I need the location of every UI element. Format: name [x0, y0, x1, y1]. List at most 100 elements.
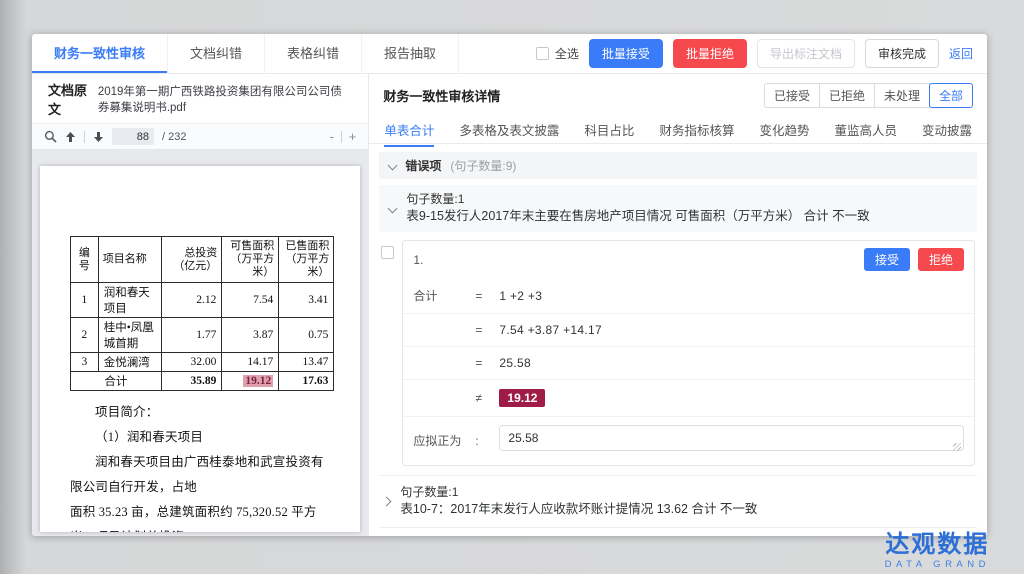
chevron-right-icon	[382, 496, 392, 506]
calc-row-mismatch: ≠ 19.12	[403, 379, 974, 416]
col-header-sellable-line2: （万平方米）	[226, 253, 274, 279]
error-item-checkbox[interactable]	[381, 246, 394, 259]
audit-complete-button[interactable]: 审核完成	[865, 39, 939, 68]
correction-colon: :	[475, 434, 499, 448]
audit-tab-bar: 单表合计 多表格及表文披露 科目占比 财务指标核算 变化趋势 董监高人员 变动披…	[369, 115, 987, 144]
document-panel-title: 文档原文	[48, 80, 88, 118]
calc-operator: =	[475, 323, 499, 337]
error-group-header[interactable]: 错误项 (句子数量:9)	[379, 152, 977, 179]
top-actions: 全选 批量接受 批量拒绝 导出标注文档 审核完成 返回	[536, 34, 987, 73]
doc-line: （1）润和春天项目	[70, 425, 334, 450]
search-icon[interactable]	[44, 130, 57, 143]
correction-input-wrap: 25.58	[499, 425, 964, 456]
table-row: 2 桂中•凤凰城首期 1.77 3.87 0.75	[71, 318, 334, 353]
cell-no: 1	[71, 283, 99, 318]
calculation-card-header: 1. 接受 拒绝	[403, 241, 974, 278]
sentence-count: 句子数量:1	[400, 484, 757, 501]
cell-sellable: 7.54	[222, 283, 279, 318]
correction-label: 应拟正为	[413, 432, 475, 449]
total-label: 合计	[71, 372, 162, 391]
filter-all[interactable]: 全部	[929, 83, 973, 108]
tab-account-ratio[interactable]: 科目占比	[584, 120, 634, 139]
cell-sold: 3.41	[279, 283, 334, 318]
document-body-text: 项目简介： （1）润和春天项目 润和春天项目由广西桂泰地和武宣投资有限公司自行开…	[70, 400, 334, 532]
project-table: 编号 项目名称 总投资（亿元） 可售面积（万平方米） 已售面积（万平方米） 1 …	[70, 236, 334, 391]
error-item-collapsed[interactable]: 句子数量:1 表10-7：2017年末发行人应收款坏账计提情况 13.62 合计…	[379, 475, 977, 527]
reject-button[interactable]: 拒绝	[918, 248, 964, 271]
error-item-text: 句子数量:1 表9-15发行人2017年末主要在售房地产项目情况 可售面积（万平…	[406, 191, 869, 225]
select-all-checkbox[interactable]	[536, 47, 549, 60]
page-number-input[interactable]	[112, 128, 154, 145]
filter-unprocessed[interactable]: 未处理	[874, 83, 930, 108]
col-header-sellable-line1: 可售面积	[226, 240, 274, 253]
chevron-down-icon	[388, 203, 398, 213]
tab-table-correction[interactable]: 表格纠错	[265, 34, 362, 73]
page-up-icon[interactable]	[65, 131, 76, 143]
datagrand-logo: 达观数据 DATA GRAND	[885, 532, 990, 570]
cell-name: 金悦澜湾	[98, 353, 161, 372]
document-panel: 文档原文 2019年第一期广西铁路投资集团有限公司公司债券募集说明书.pdf /…	[32, 74, 369, 536]
error-description: 表9-15发行人2017年末主要在售房地产项目情况 可售面积（万平方米） 合计 …	[406, 208, 869, 225]
calc-operator: =	[475, 356, 499, 370]
calculation-card: 1. 接受 拒绝 合计 = 1 +2 +3	[402, 240, 975, 466]
export-annotated-doc-button[interactable]: 导出标注文档	[757, 39, 855, 68]
tab-change-trend[interactable]: 变化趋势	[759, 120, 809, 139]
batch-accept-button[interactable]: 批量接受	[589, 39, 663, 68]
zoom-out-button[interactable]: -	[329, 129, 333, 144]
calc-row: = 25.58	[403, 346, 974, 379]
error-group-count: (句子数量:9)	[450, 157, 516, 174]
logo-title: 达观数据	[885, 532, 990, 558]
tab-report-extraction[interactable]: 报告抽取	[362, 34, 459, 73]
zoom-divider	[341, 131, 342, 143]
cell-sold: 13.47	[279, 353, 334, 372]
app-window: 财务一致性审核 文档纠错 表格纠错 报告抽取 全选 批量接受 批量拒绝 导出标注…	[32, 34, 987, 536]
filter-accepted[interactable]: 已接受	[764, 83, 820, 108]
card-action-buttons: 接受 拒绝	[864, 248, 964, 271]
doc-line: 项目简介：	[70, 400, 334, 425]
cell-invest: 2.12	[161, 283, 222, 318]
tab-multi-table-disclosure[interactable]: 多表格及表文披露	[459, 120, 559, 139]
calc-row: 合计 = 1 +2 +3	[403, 278, 974, 313]
error-item-expanded[interactable]: 句子数量:1 表9-15发行人2017年末主要在售房地产项目情况 可售面积（万平…	[379, 185, 977, 232]
col-header-sold-line1: 已售面积	[283, 240, 329, 253]
tab-executives[interactable]: 董监高人员	[834, 120, 897, 139]
doc-line: 面积 35.23 亩，总建筑面积约 75,320.52 平方米。项目计划总投资 …	[70, 500, 334, 532]
col-header-name: 项目名称	[98, 237, 161, 283]
audit-detail-panel: 财务一致性审核详情 已接受 已拒绝 未处理 全部 单表合计 多表格及表文披露 科…	[369, 74, 987, 536]
zoom-in-button[interactable]: +	[349, 129, 357, 144]
cell-sellable: 14.17	[222, 353, 279, 372]
doc-line: 润和春天项目由广西桂泰地和武宣投资有限公司自行开发，占地	[70, 450, 334, 500]
error-description: 表10-7：2017年末发行人应收款坏账计提情况 13.62 合计 不一致	[400, 501, 757, 518]
tab-financial-consistency[interactable]: 财务一致性审核	[32, 34, 168, 73]
col-header-invest: 总投资（亿元）	[161, 237, 222, 283]
filter-rejected[interactable]: 已拒绝	[819, 83, 875, 108]
status-filter-group: 已接受 已拒绝 未处理 全部	[765, 83, 973, 108]
tab-single-table-total[interactable]: 单表合计	[384, 120, 434, 139]
correction-input[interactable]: 25.58	[499, 425, 964, 451]
calc-value: 7.54 +3.87 +14.17	[499, 323, 602, 337]
tab-document-correction[interactable]: 文档纠错	[168, 34, 265, 73]
table-row: 1 润和春天项目 2.12 7.54 3.41	[71, 283, 334, 318]
page-down-icon[interactable]	[93, 131, 104, 143]
cell-invest: 32.00	[161, 353, 222, 372]
calc-operator: =	[475, 289, 499, 303]
tab-financial-indicator[interactable]: 财务指标核算	[659, 120, 734, 139]
top-bar: 财务一致性审核 文档纠错 表格纠错 报告抽取 全选 批量接受 批量拒绝 导出标注…	[32, 34, 987, 74]
highlighted-error-value[interactable]: 19.12	[243, 375, 273, 387]
col-header-no: 编号	[71, 237, 99, 283]
cell-name: 桂中•凤凰城首期	[98, 318, 161, 353]
col-header-sellable: 可售面积（万平方米）	[222, 237, 279, 283]
mismatch-value-badge: 19.12	[499, 389, 545, 407]
tab-change-disclosure[interactable]: 变动披露	[922, 120, 972, 139]
cell-invest: 1.77	[161, 318, 222, 353]
accept-button[interactable]: 接受	[864, 248, 910, 271]
document-header: 文档原文 2019年第一期广西铁路投资集团有限公司公司债券募集说明书.pdf	[32, 74, 368, 123]
page-total: / 232	[162, 131, 186, 143]
error-detail-block: 1. 接受 拒绝 合计 = 1 +2 +3	[381, 240, 977, 466]
back-link[interactable]: 返回	[949, 45, 973, 62]
pdf-viewer[interactable]: 编号 项目名称 总投资（亿元） 可售面积（万平方米） 已售面积（万平方米） 1 …	[32, 150, 368, 536]
col-header-sold: 已售面积（万平方米）	[279, 237, 334, 283]
calc-value: 25.58	[499, 356, 531, 370]
error-group-label: 错误项	[405, 157, 441, 174]
batch-reject-button[interactable]: 批量拒绝	[673, 39, 747, 68]
